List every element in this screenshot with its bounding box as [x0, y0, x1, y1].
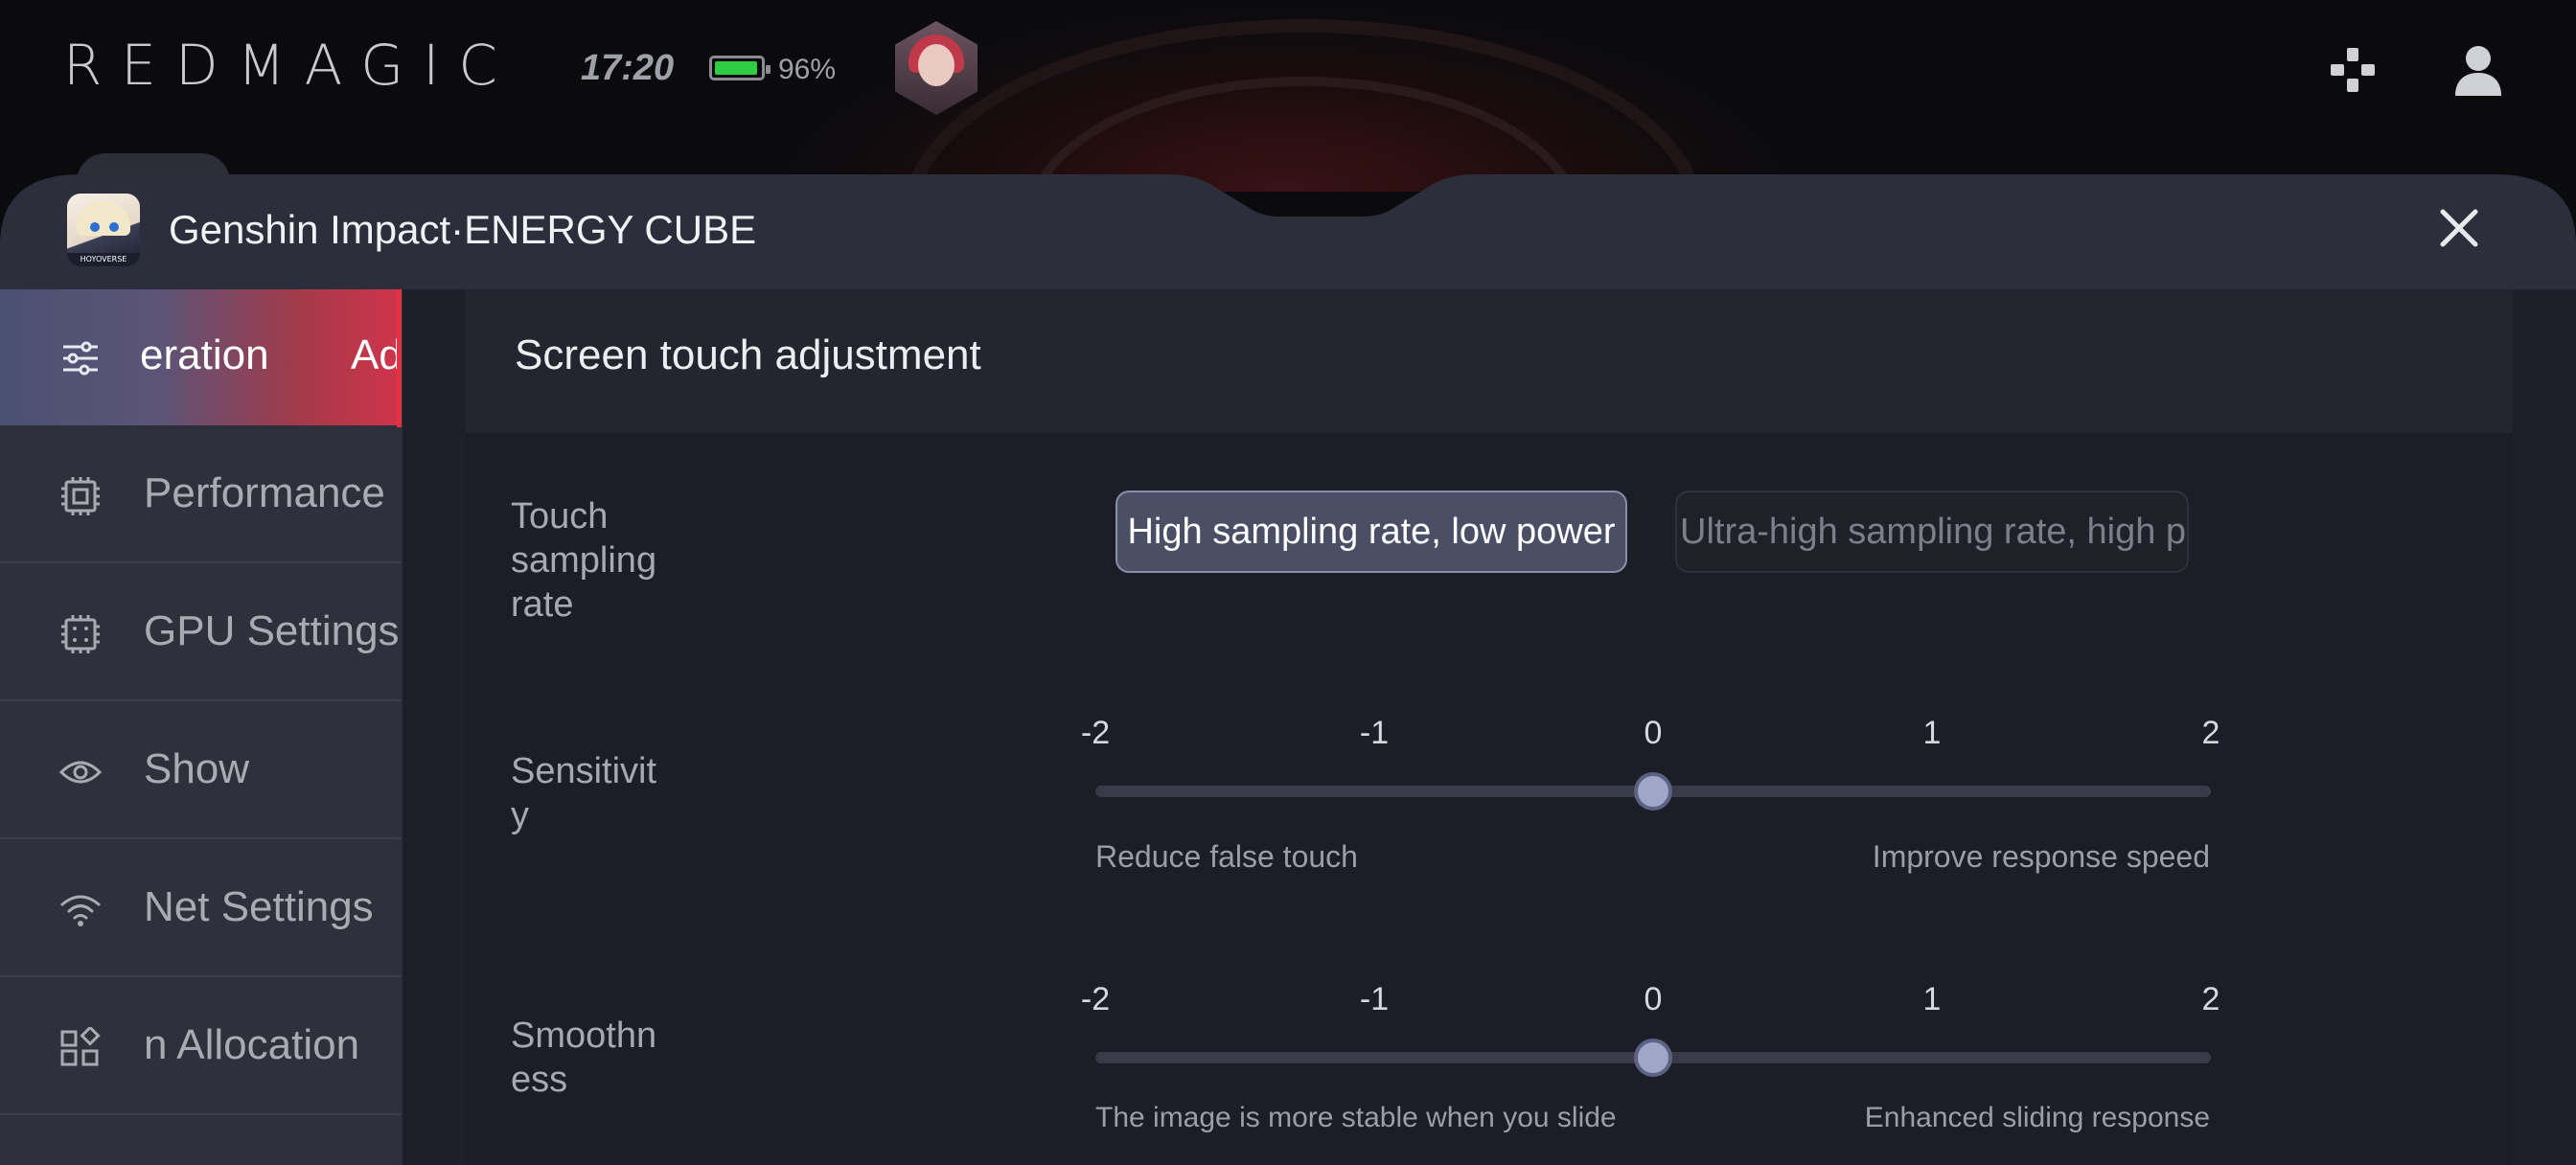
sensitivity-slider-thumb[interactable]	[1634, 772, 1672, 811]
sidebar-item-label: Show	[144, 745, 250, 792]
sidebar-item-label: Performance	[144, 469, 385, 516]
sensitivity-left-caption: Reduce false touch	[1095, 839, 1358, 874]
apps-grid-icon	[60, 1027, 101, 1066]
sidebar-item-net-settings[interactable]: Net Settings	[0, 841, 401, 977]
panel-title: Genshin Impact·ENERGY CUBE	[169, 207, 757, 252]
touch-sampling-label: Touch sampling rate	[511, 496, 657, 625]
gpu-chip-icon	[61, 615, 100, 653]
tick-label: 2	[2201, 715, 2220, 751]
tick-label: -2	[1080, 981, 1111, 1017]
sliders-icon	[63, 341, 98, 376]
sidebar-item-label: GPU Settings	[144, 607, 400, 654]
sidebar-item-allocation[interactable]: n Allocation	[0, 979, 401, 1115]
tick-label: 1	[1922, 981, 1942, 1017]
smoothness-ticks: -2 -1 0 1 2	[1081, 981, 2220, 1019]
sensitivity-label: Sensitivit y	[511, 751, 657, 835]
sidebar-item-acceleration[interactable]: eration Ad	[0, 289, 401, 425]
tick-label: -1	[1359, 981, 1390, 1017]
smoothness-right-caption: Enhanced sliding response	[1864, 1102, 2210, 1133]
app-icon: HOYOVERSE	[67, 194, 140, 266]
tick-label: -2	[1080, 715, 1111, 751]
tick-label: 0	[1644, 981, 1663, 1017]
sidebar-item-label: Net Settings	[144, 883, 374, 930]
sensitivity-right-caption: Improve response speed	[1872, 839, 2210, 874]
tick-label: 2	[2201, 981, 2220, 1017]
eye-icon	[59, 761, 102, 784]
sidebar: eration Ad Performance GPU Settings Show…	[0, 289, 401, 1165]
section-title: Screen touch adjustment	[515, 331, 981, 378]
user-icon[interactable]	[2451, 42, 2505, 98]
sidebar-item-label: eration	[140, 331, 269, 378]
brand-logo: REDMAGIC	[63, 33, 517, 98]
sidebar-item-gpu-settings[interactable]: GPU Settings	[0, 565, 401, 701]
sampling-option-high[interactable]: High sampling rate, low power	[1116, 491, 1627, 573]
wifi-icon	[60, 895, 101, 926]
sampling-option-ultra-high[interactable]: Ultra-high sampling rate, high p	[1675, 491, 2189, 573]
cpu-icon	[61, 477, 100, 515]
tick-label: 0	[1644, 715, 1663, 751]
sidebar-item-label-extra: Ad	[351, 331, 401, 378]
sidebar-active-indicator	[397, 289, 402, 427]
tick-label: 1	[1922, 715, 1942, 751]
smoothness-label: Smoothn ess	[511, 1016, 657, 1100]
smoothness-left-caption: The image is more stable when you slide	[1095, 1102, 1617, 1133]
sensitivity-ticks: -2 -1 0 1 2	[1081, 715, 2220, 753]
close-icon[interactable]	[2438, 207, 2480, 249]
battery-icon	[709, 56, 770, 80]
sidebar-item-performance[interactable]: Performance	[0, 427, 401, 563]
smoothness-slider-thumb[interactable]	[1634, 1039, 1672, 1077]
gamepad-icon[interactable]	[2327, 44, 2379, 96]
sidebar-item-show[interactable]: Show	[0, 703, 401, 839]
sidebar-item-label: n Allocation	[144, 1021, 360, 1068]
status-time: 17:20	[581, 48, 675, 88]
tick-label: -1	[1359, 715, 1390, 751]
battery-percent: 96%	[778, 54, 837, 85]
